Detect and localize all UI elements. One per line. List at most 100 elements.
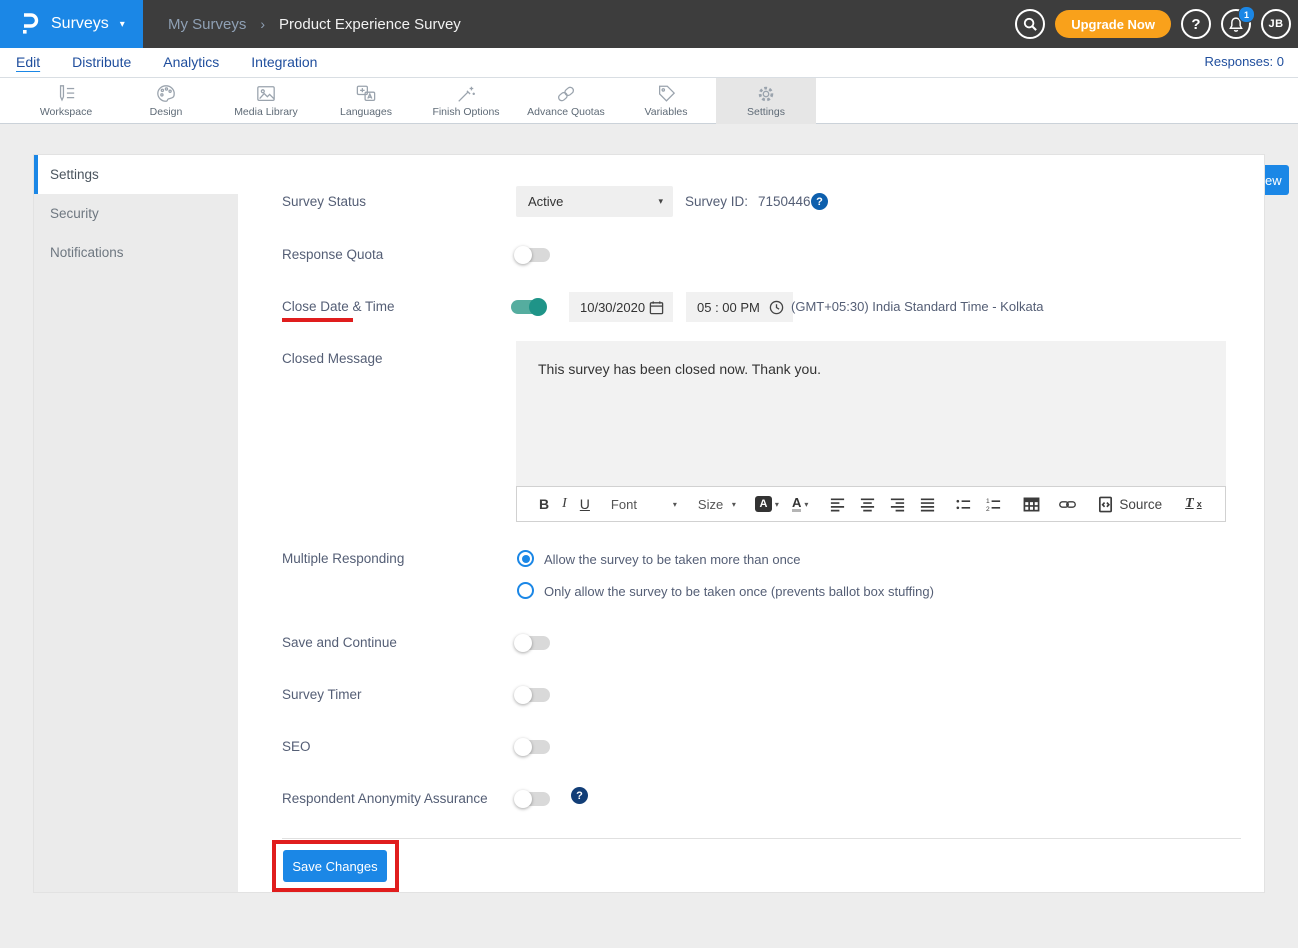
response-quota-toggle[interactable]	[516, 248, 550, 262]
close-date-value: 10/30/2020	[580, 300, 645, 315]
variables-tag-icon	[655, 84, 677, 104]
toolbar-item-advance-quotas[interactable]: Advance Quotas	[516, 78, 616, 124]
app-logo-menu[interactable]: Surveys ▾	[0, 0, 143, 48]
media-library-icon	[255, 84, 277, 104]
radio-only-once-label[interactable]: Only allow the survey to be taken once (…	[544, 584, 934, 599]
upgrade-now-button[interactable]: Upgrade Now	[1055, 10, 1171, 38]
questionpro-logo-icon	[20, 12, 42, 36]
background-color-button[interactable]: A ▾	[755, 496, 779, 512]
respondent-anonymity-toggle[interactable]	[516, 792, 550, 806]
timezone-text: (GMT+05:30) India Standard Time - Kolkat…	[791, 299, 1044, 314]
chevron-down-icon: ▾	[658, 196, 663, 207]
text-color-button[interactable]: A ▾	[792, 496, 808, 512]
rich-text-toolbar: B I U Font ▾ Size ▾ A ▾ A ▾	[516, 486, 1226, 522]
respondent-anonymity-label: Respondent Anonymity Assurance	[282, 791, 488, 806]
advance-quotas-link-icon	[555, 84, 577, 104]
toolbar-item-label: Workspace	[40, 106, 92, 118]
tab-analytics[interactable]: Analytics	[163, 54, 219, 72]
svg-text:1: 1	[986, 498, 990, 505]
size-dropdown[interactable]: Size ▾	[698, 497, 736, 512]
align-justify-button[interactable]	[919, 496, 936, 513]
survey-timer-toggle[interactable]	[516, 688, 550, 702]
tab-distribute[interactable]: Distribute	[72, 54, 131, 72]
numbered-list-icon: 12	[985, 496, 1002, 513]
font-dropdown[interactable]: Font ▾	[611, 497, 677, 512]
responses-count: Responses: 0	[1205, 54, 1285, 69]
radio-multiple-allowed-label[interactable]: Allow the survey to be taken more than o…	[544, 552, 801, 567]
sidebar-item-settings[interactable]: Settings	[34, 155, 238, 194]
toolbar-item-variables[interactable]: Variables	[616, 78, 716, 124]
size-dropdown-label: Size	[698, 497, 723, 512]
toolbar-item-design[interactable]: Design	[116, 78, 216, 124]
seo-label: SEO	[282, 739, 311, 754]
align-left-button[interactable]	[829, 496, 846, 513]
languages-icon	[355, 84, 377, 104]
radio-only-once[interactable]	[517, 582, 534, 599]
close-time-value: 05 : 00 PM	[697, 300, 760, 315]
user-avatar[interactable]: JB	[1261, 9, 1291, 39]
notifications-button[interactable]: 1	[1221, 9, 1251, 39]
insert-table-button[interactable]	[1023, 496, 1040, 513]
respondent-anonymity-help-icon[interactable]: ?	[571, 787, 588, 804]
tab-edit[interactable]: Edit	[16, 54, 40, 72]
product-name: Surveys	[51, 15, 109, 33]
underline-button[interactable]: U	[580, 496, 590, 512]
toolbar-item-label: Languages	[340, 106, 392, 118]
settings-sidebar: Settings Security Notifications	[34, 155, 238, 892]
bullet-list-button[interactable]	[955, 496, 972, 513]
chevron-down-icon: ▾	[120, 19, 125, 30]
source-icon	[1097, 496, 1114, 513]
italic-button[interactable]: I	[562, 496, 567, 512]
survey-timer-label: Survey Timer	[282, 687, 362, 702]
search-icon	[1023, 17, 1038, 32]
topbar-actions: Upgrade Now ? 1 JB	[1015, 9, 1291, 39]
sidebar-item-security[interactable]: Security	[34, 194, 238, 233]
breadcrumb-my-surveys[interactable]: My Surveys	[168, 16, 246, 33]
save-and-continue-toggle[interactable]	[516, 636, 550, 650]
align-right-icon	[889, 496, 906, 513]
close-date-field[interactable]: 10/30/2020	[569, 292, 673, 322]
closed-message-textarea[interactable]: This survey has been closed now. Thank y…	[516, 341, 1226, 486]
toolbar-item-settings[interactable]: Settings	[716, 78, 816, 124]
toolbar-item-label: Finish Options	[432, 106, 499, 118]
help-button[interactable]: ?	[1181, 9, 1211, 39]
toolbar-item-finish-options[interactable]: Finish Options	[416, 78, 516, 124]
toolbar-item-media-library[interactable]: Media Library	[216, 78, 316, 124]
survey-id-value: 7150446	[758, 194, 811, 209]
align-right-button[interactable]	[889, 496, 906, 513]
source-label: Source	[1119, 497, 1162, 512]
link-icon	[1059, 496, 1076, 513]
seo-toggle[interactable]	[516, 740, 550, 754]
radio-multiple-allowed[interactable]	[517, 550, 534, 567]
tab-integration[interactable]: Integration	[251, 54, 317, 72]
svg-text:2: 2	[986, 506, 990, 513]
toolbar-item-label: Settings	[747, 106, 785, 118]
survey-status-dropdown[interactable]: Active ▾	[516, 186, 673, 217]
survey-id-label: Survey ID:	[685, 194, 748, 209]
remove-format-button[interactable]: Tx	[1185, 496, 1202, 512]
settings-panel: Settings Security Notifications Survey S…	[33, 154, 1265, 893]
survey-id-help-icon[interactable]: ?	[811, 193, 828, 210]
close-time-field[interactable]: 05 : 00 PM	[686, 292, 793, 322]
search-button[interactable]	[1015, 9, 1045, 39]
save-changes-button[interactable]: Save Changes	[283, 850, 387, 882]
calendar-icon	[649, 300, 664, 315]
toolbar-item-workspace[interactable]: Workspace	[16, 78, 116, 124]
align-left-icon	[829, 496, 846, 513]
clock-icon	[769, 300, 784, 315]
workspace-icon	[55, 84, 77, 104]
edit-toolbar: Workspace Design Media Library Languages	[0, 78, 1298, 124]
closed-message-label: Closed Message	[282, 351, 383, 366]
source-button[interactable]: Source	[1097, 496, 1162, 513]
sidebar-item-notifications[interactable]: Notifications	[34, 233, 238, 272]
bold-button[interactable]: B	[539, 496, 549, 512]
close-date-time-toggle[interactable]	[511, 300, 545, 314]
toolbar-item-languages[interactable]: Languages	[316, 78, 416, 124]
align-center-button[interactable]	[859, 496, 876, 513]
numbered-list-button[interactable]: 12	[985, 496, 1002, 513]
form-divider	[282, 838, 1241, 839]
close-date-time-label: Close Date & Time	[282, 299, 395, 314]
insert-link-button[interactable]	[1059, 496, 1076, 513]
toolbar-item-label: Design	[150, 106, 183, 118]
save-and-continue-label: Save and Continue	[282, 635, 397, 650]
